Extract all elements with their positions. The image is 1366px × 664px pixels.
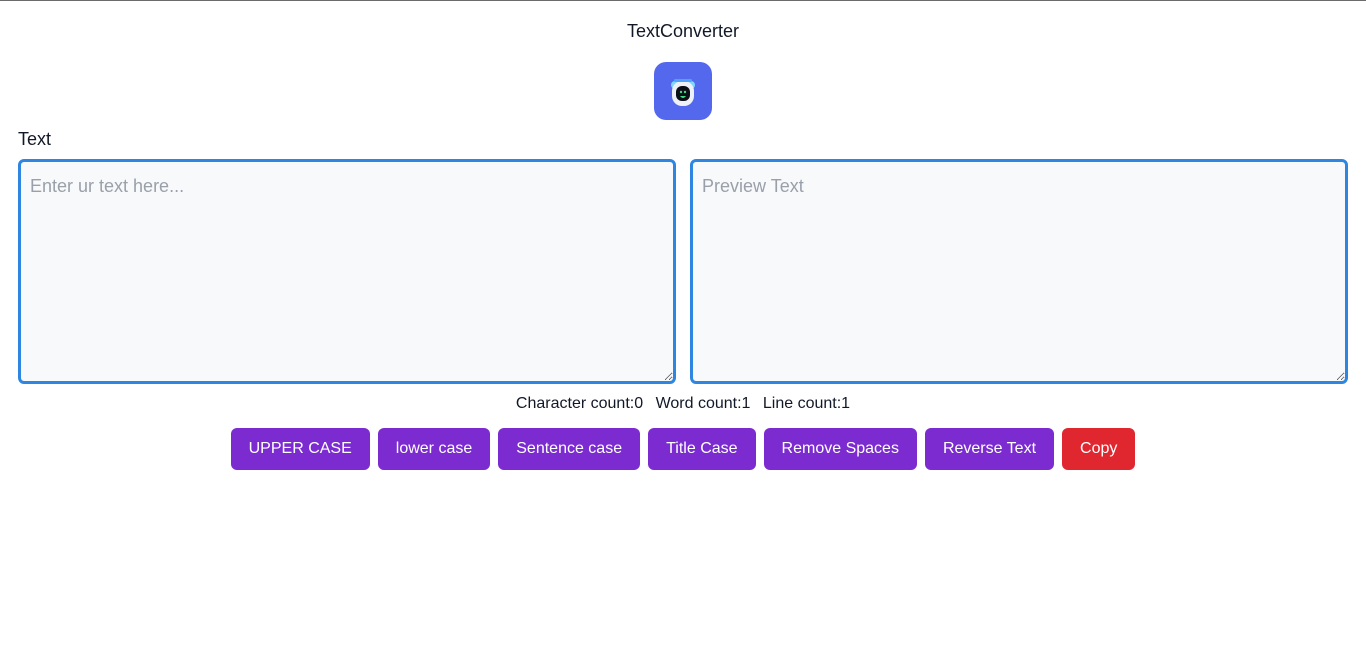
uppercase-button[interactable]: UPPER CASE	[230, 428, 370, 470]
copy-button[interactable]: Copy	[1062, 428, 1136, 470]
word-count: Word count:1	[655, 395, 751, 412]
reverse-text-button[interactable]: Reverse Text	[924, 428, 1055, 470]
line-count: Line count:1	[762, 395, 851, 412]
text-field-label: Text	[18, 129, 52, 149]
title-case-button[interactable]: Title Case	[648, 428, 756, 470]
preview-textarea[interactable]	[690, 159, 1348, 384]
lowercase-button[interactable]: lower case	[377, 428, 491, 470]
app-title: TextConverter	[626, 21, 740, 41]
sentence-case-button[interactable]: Sentence case	[498, 428, 641, 470]
robot-icon	[654, 62, 712, 120]
text-input[interactable]	[18, 159, 676, 384]
character-count: Character count:0	[515, 395, 644, 412]
text-stats: Character count:0 Word count:1 Line coun…	[0, 393, 1366, 415]
window-top-border	[0, 0, 1366, 1]
remove-spaces-button[interactable]: Remove Spaces	[763, 428, 917, 470]
action-buttons: UPPER CASE lower case Sentence case Titl…	[0, 428, 1366, 470]
